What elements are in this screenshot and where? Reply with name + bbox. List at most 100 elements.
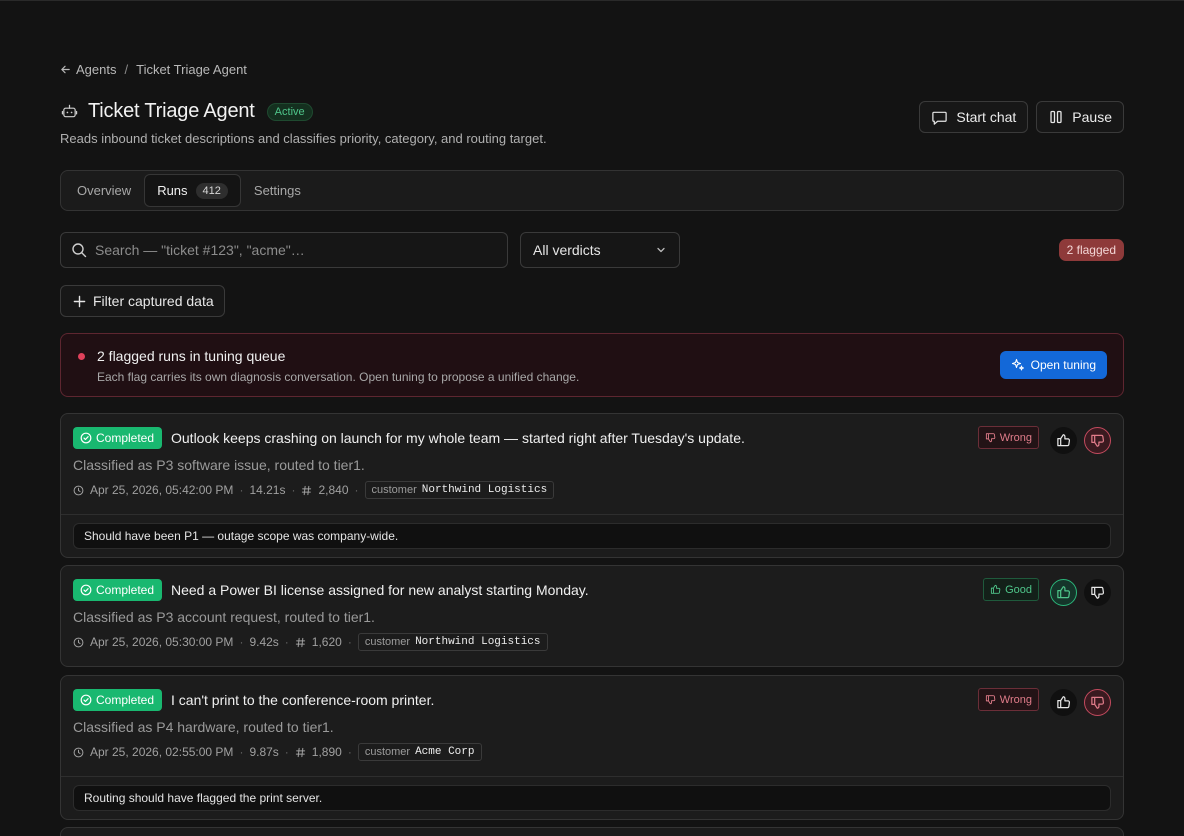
meta-separator: · xyxy=(239,635,244,649)
verdict-label: Wrong xyxy=(999,693,1032,706)
verdict-label: Good xyxy=(1005,583,1032,596)
run-tokens: 1,620 xyxy=(311,635,342,649)
thumbs-up-button[interactable] xyxy=(1050,689,1077,716)
verdict-filter-value: All verdicts xyxy=(533,242,601,258)
run-title: I can't print to the conference-room pri… xyxy=(171,692,435,708)
run-meta: Apr 25, 2026, 05:42:00 PM · 14.21s · 2,8… xyxy=(73,481,555,499)
start-chat-button[interactable]: Start chat xyxy=(919,101,1029,133)
page-title: Ticket Triage Agent xyxy=(88,100,255,122)
meta-separator: · xyxy=(347,635,352,649)
tab-settings-label: Settings xyxy=(253,183,301,198)
verdict-label: Wrong xyxy=(999,431,1032,444)
run-duration: 9.87s xyxy=(249,745,279,759)
plus-icon xyxy=(73,295,86,307)
thumbs-down-icon xyxy=(1091,434,1105,447)
feedback-note-area: Should have been P1 — outage scope was c… xyxy=(61,514,1123,557)
runs-count-badge: 412 xyxy=(195,182,228,199)
agent-header: Ticket Triage Agent Active Reads inbound… xyxy=(60,100,1124,150)
run-meta: Apr 25, 2026, 05:30:00 PM · 9.42s · 1,62… xyxy=(73,633,548,651)
status-badge: Completed xyxy=(73,579,163,601)
status-badge: Completed xyxy=(73,689,163,711)
thumbs-down-icon xyxy=(1091,586,1105,599)
thumbs-down-button[interactable] xyxy=(1084,689,1111,716)
thumbs-down-icon xyxy=(985,433,996,443)
pause-label: Pause xyxy=(1072,109,1112,125)
run-timestamp: Apr 25, 2026, 02:55:00 PM xyxy=(90,745,234,759)
thumbs-down-icon xyxy=(1091,696,1105,709)
thumbs-down-button[interactable] xyxy=(1084,579,1111,606)
status-label: Completed xyxy=(96,431,155,445)
pause-button[interactable]: Pause xyxy=(1036,101,1124,133)
customer-tag-label: customer xyxy=(364,746,411,758)
check-circle-icon xyxy=(80,584,92,596)
thumbs-up-icon xyxy=(991,584,1001,594)
status-label: Completed xyxy=(96,583,155,597)
open-tuning-label: Open tuning xyxy=(1030,358,1096,372)
breadcrumb-separator: / xyxy=(124,62,129,77)
run-classification: Classified as P4 hardware, routed to tie… xyxy=(73,719,334,735)
verdict-filter-select[interactable]: All verdicts xyxy=(520,232,680,268)
hash-icon xyxy=(295,747,305,757)
run-tokens: 1,890 xyxy=(311,745,342,759)
run-card[interactable]: Completed I can't print to the conferenc… xyxy=(60,675,1124,820)
status-badge: Completed xyxy=(73,427,163,449)
flagged-count-badge: 2 flagged xyxy=(1058,239,1124,261)
run-timestamp: Apr 25, 2026, 05:42:00 PM xyxy=(90,483,234,497)
start-chat-label: Start chat xyxy=(956,109,1017,125)
customer-tag: customer Acme Corp xyxy=(357,743,482,761)
search-input[interactable] xyxy=(95,242,497,258)
tab-runs-label: Runs xyxy=(157,183,188,198)
feedback-note: Should have been P1 — outage scope was c… xyxy=(73,523,1111,549)
chat-icon xyxy=(932,111,948,125)
run-card[interactable] xyxy=(60,827,1124,836)
breadcrumb-agents-link[interactable]: Agents xyxy=(60,62,116,77)
status-label: Completed xyxy=(96,693,155,707)
run-classification: Classified as P3 account request, routed… xyxy=(73,609,375,625)
run-card[interactable]: Completed Outlook keeps crashing on laun… xyxy=(60,413,1124,558)
customer-tag-label: customer xyxy=(364,636,411,648)
customer-tag-value: Northwind Logistics xyxy=(415,636,541,648)
run-card[interactable]: Completed Need a Power BI license assign… xyxy=(60,565,1124,667)
run-duration: 9.42s xyxy=(249,635,279,649)
verdict-wrong-badge: Wrong xyxy=(977,688,1039,711)
verdict-good-badge: Good xyxy=(983,578,1039,601)
customer-tag-value: Acme Corp xyxy=(415,746,475,758)
filter-captured-data-label: Filter captured data xyxy=(93,293,214,309)
run-title: Outlook keeps crashing on launch for my … xyxy=(171,430,745,446)
feedback-note-area: Routing should have flagged the print se… xyxy=(61,776,1123,819)
tab-overview-label: Overview xyxy=(77,183,132,198)
pause-icon xyxy=(1050,110,1062,124)
customer-tag-value: Northwind Logistics xyxy=(421,484,548,496)
thumbs-up-icon xyxy=(1057,586,1071,599)
status-badge: Active xyxy=(266,102,313,121)
run-meta: Apr 25, 2026, 02:55:00 PM · 9.87s · 1,89… xyxy=(73,743,482,761)
tab-runs[interactable]: Runs 412 xyxy=(144,174,241,207)
customer-tag: customer Northwind Logistics xyxy=(364,481,555,499)
tuning-queue-alert: 2 flagged runs in tuning queue Each flag… xyxy=(60,333,1124,397)
tab-overview[interactable]: Overview xyxy=(64,174,144,207)
clock-icon xyxy=(73,747,84,757)
customer-tag: customer Northwind Logistics xyxy=(357,633,548,651)
meta-separator: · xyxy=(347,745,352,759)
thumbs-down-button[interactable] xyxy=(1084,427,1111,454)
filter-captured-data-button[interactable]: Filter captured data xyxy=(60,285,225,317)
alert-title: 2 flagged runs in tuning queue xyxy=(97,348,286,364)
meta-separator: · xyxy=(239,483,244,497)
hash-icon xyxy=(295,637,305,647)
tab-bar: Overview Runs 412 Settings xyxy=(60,170,1124,211)
tab-settings[interactable]: Settings xyxy=(241,174,314,207)
open-tuning-button[interactable]: Open tuning xyxy=(999,351,1107,379)
run-timestamp: Apr 25, 2026, 05:30:00 PM xyxy=(90,635,234,649)
thumbs-up-button[interactable] xyxy=(1050,579,1077,606)
run-classification: Classified as P3 software issue, routed … xyxy=(73,457,365,473)
robot-icon xyxy=(60,103,78,121)
meta-separator: · xyxy=(284,635,289,649)
search-icon xyxy=(72,243,87,258)
thumbs-down-icon xyxy=(985,695,996,705)
thumbs-up-button[interactable] xyxy=(1050,427,1077,454)
meta-separator: · xyxy=(354,483,359,497)
meta-separator: · xyxy=(239,745,244,759)
meta-separator: · xyxy=(284,745,289,759)
check-circle-icon xyxy=(80,432,92,444)
search-field[interactable] xyxy=(60,232,508,268)
